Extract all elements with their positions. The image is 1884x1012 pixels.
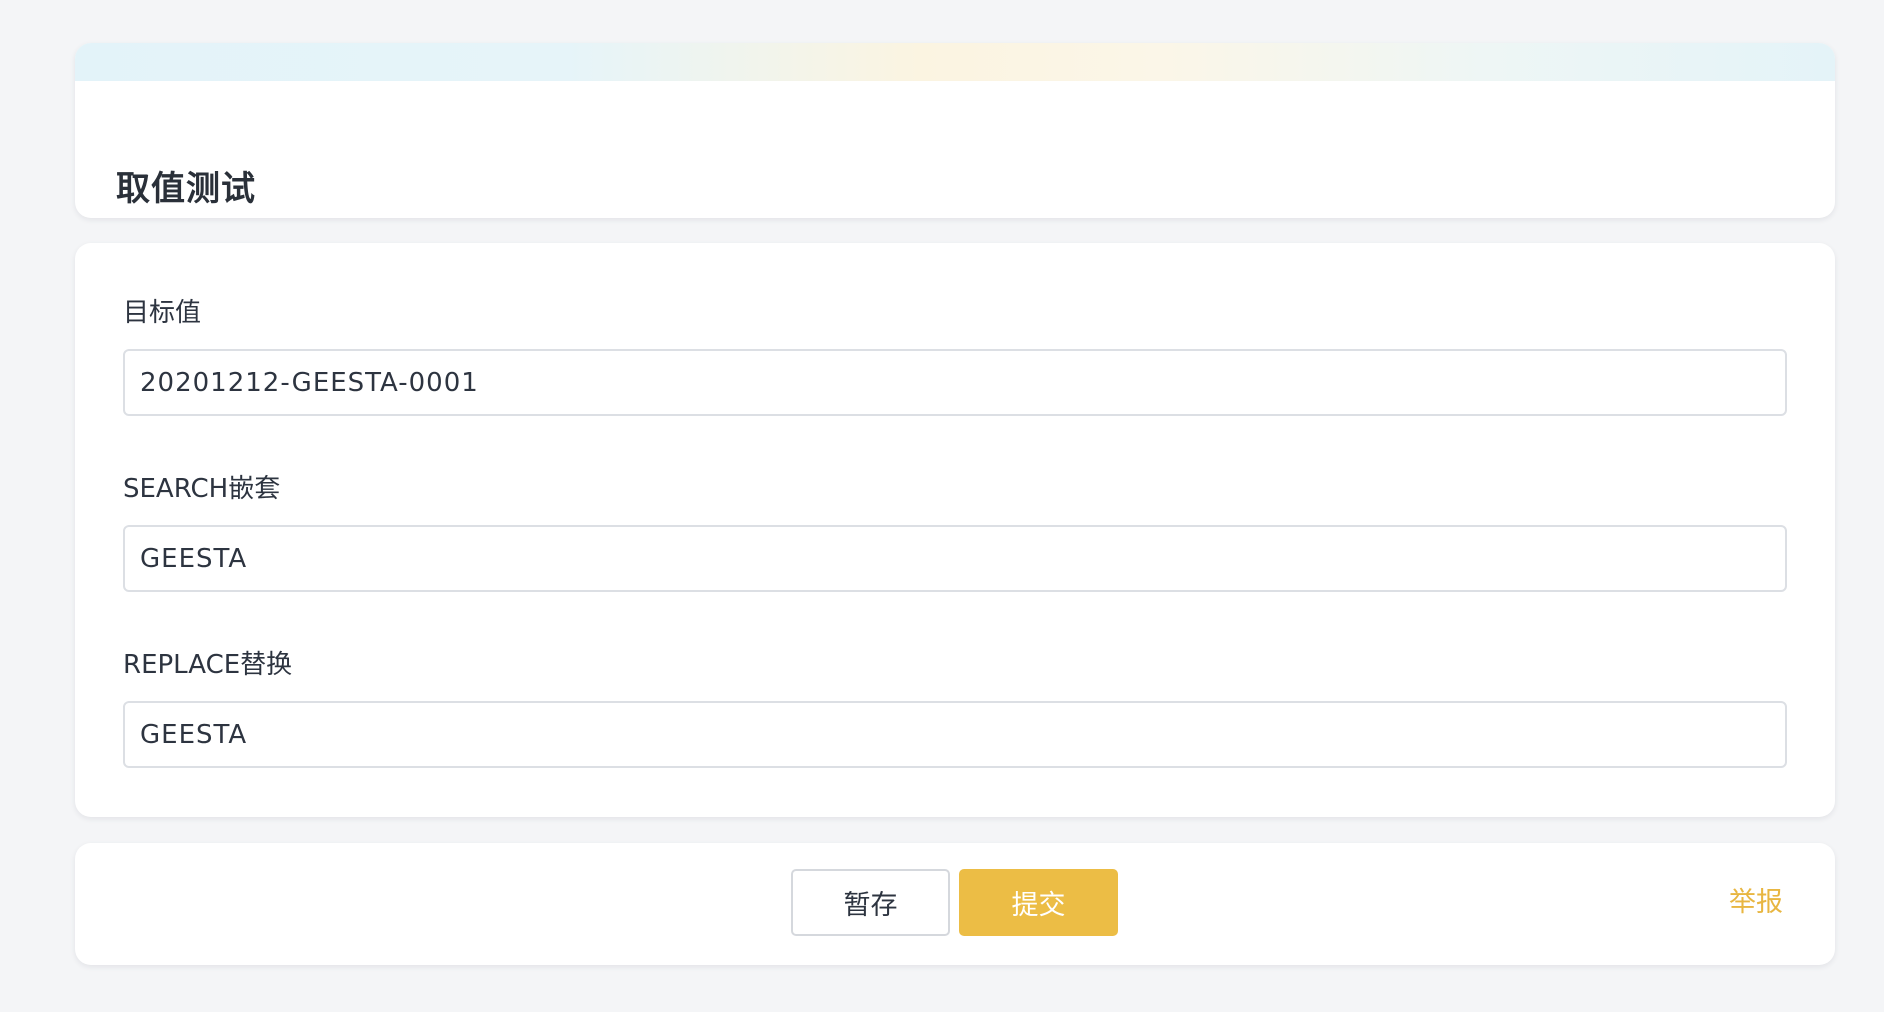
replace-input[interactable] <box>123 701 1787 768</box>
header-card: 取值测试 <box>75 43 1835 218</box>
search-nested-input[interactable] <box>123 525 1787 592</box>
replace-label: REPLACE替换 <box>123 650 293 680</box>
page-title: 取值测试 <box>116 169 256 209</box>
header-decoration-band <box>75 43 1835 81</box>
search-nested-label: SEARCH嵌套 <box>123 474 281 504</box>
report-link[interactable]: 举报 <box>1729 886 1783 920</box>
submit-button[interactable]: 提交 <box>959 869 1118 936</box>
target-value-label: 目标值 <box>123 298 202 328</box>
target-value-input[interactable] <box>123 349 1787 416</box>
action-bar: 暂存 提交 举报 <box>75 843 1835 965</box>
form-card: 目标值 SEARCH嵌套 REPLACE替换 <box>75 243 1835 817</box>
save-draft-button[interactable]: 暂存 <box>791 869 950 936</box>
